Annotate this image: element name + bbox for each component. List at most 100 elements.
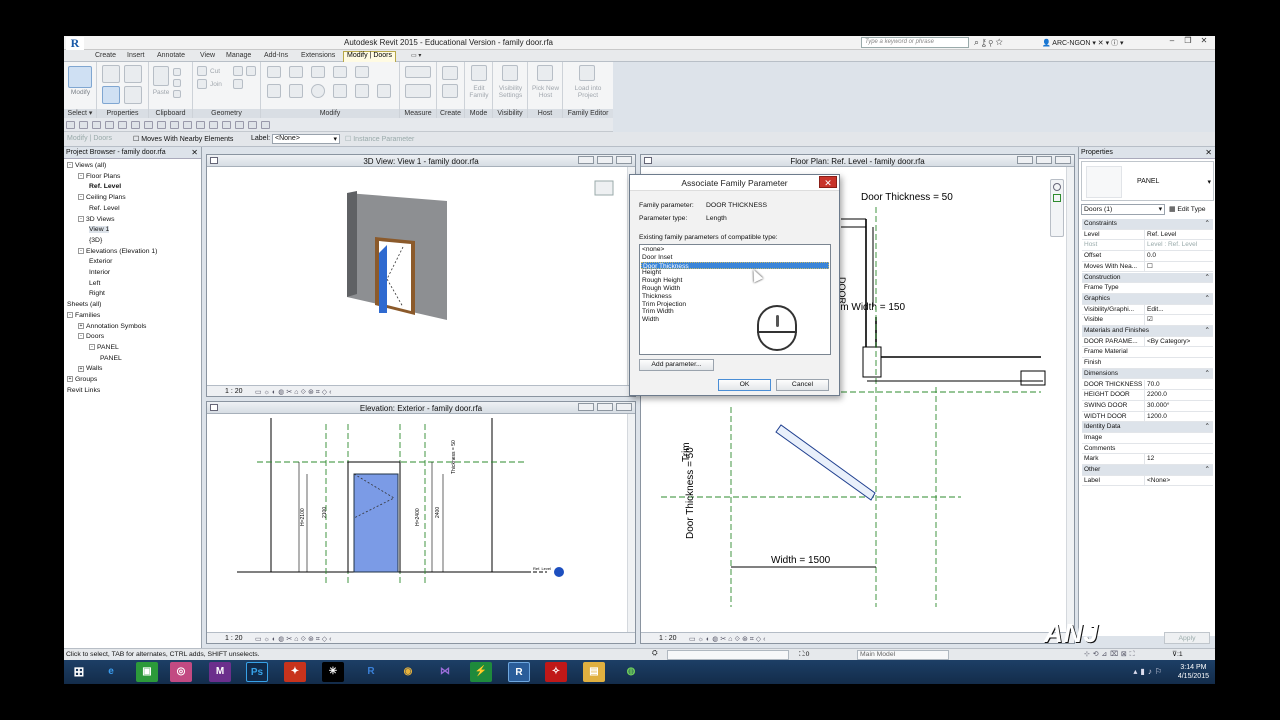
param-list-item[interactable]: Rough Width: [641, 285, 829, 293]
edit-family-button[interactable]: Edit Family: [466, 85, 492, 99]
collapse-icon[interactable]: ⌃: [1205, 369, 1210, 379]
param-list-item[interactable]: Rough Height: [641, 277, 829, 285]
property-value[interactable]: ☑: [1144, 315, 1212, 326]
revit-taskbar-icon[interactable]: R: [360, 662, 382, 682]
property-group-header[interactable]: Other ⌃: [1082, 465, 1213, 476]
restore-icon[interactable]: [1036, 156, 1052, 164]
tree-item[interactable]: - Floor Plans: [78, 173, 120, 180]
tree-item[interactable]: Ref. Level: [89, 205, 120, 212]
sketchup-icon[interactable]: ✦: [284, 662, 306, 682]
apply-button[interactable]: Apply: [1164, 632, 1210, 644]
tree-item[interactable]: -3D Views: [78, 216, 115, 223]
close-icon[interactable]: [616, 403, 632, 411]
help-search-input[interactable]: Type a keyword or phrase: [861, 37, 969, 48]
family-category-icon[interactable]: [124, 86, 142, 104]
existing-params-listbox[interactable]: Width Trim Width Trim Projection Thickness R…: [639, 244, 831, 355]
split-icon[interactable]: [355, 66, 369, 78]
collapse-icon[interactable]: ⌃: [1205, 326, 1210, 336]
cancel-button[interactable]: Cancel: [776, 379, 829, 391]
param-list-item[interactable]: Door Inset: [641, 254, 829, 262]
user-account[interactable]: 👤 ARC-NGON ▾ ✕ ▾ ⓘ ▾: [1042, 38, 1124, 48]
collapse-icon[interactable]: ⌃: [1205, 273, 1210, 283]
undo-icon[interactable]: [105, 121, 114, 129]
copy-icon[interactable]: [173, 79, 181, 87]
property-value[interactable]: Level : Ref. Level: [1144, 240, 1212, 251]
thin-lines-qat-icon[interactable]: [222, 121, 231, 129]
array-icon[interactable]: [355, 84, 369, 98]
property-value[interactable]: <None>: [1144, 475, 1212, 486]
collapse-icon[interactable]: -: [78, 172, 84, 179]
max-icon[interactable]: M: [209, 662, 231, 682]
property-value[interactable]: 2200.0: [1144, 390, 1212, 401]
plan-trim-label[interactable]: Trim: [681, 442, 692, 462]
property-value[interactable]: 1200.0: [1144, 411, 1212, 422]
worksets-icon[interactable]: ⛭: [652, 650, 658, 658]
view-elevation[interactable]: Elevation: Exterior - family door.rfa H=…: [206, 401, 636, 644]
tree-item[interactable]: - Ceiling Plans: [78, 194, 126, 201]
instance-parameter-checkbox[interactable]: ☐ Instance Parameter: [345, 135, 414, 143]
autocad-icon[interactable]: ✳: [322, 662, 344, 682]
dim-2400-label[interactable]: 2400: [435, 507, 441, 518]
param-list-item[interactable]: Thickness: [641, 293, 829, 301]
app-icon[interactable]: ◎: [170, 662, 192, 682]
close-icon[interactable]: ✕: [1196, 36, 1212, 45]
property-group-header[interactable]: Materials and Finishes ⌃: [1082, 326, 1213, 337]
collapse-icon[interactable]: ⌃: [1205, 294, 1210, 304]
param-list-item[interactable]: Height: [641, 269, 829, 277]
view-scale[interactable]: 1 : 20: [659, 635, 677, 642]
expand-icon[interactable]: +: [67, 376, 73, 383]
paint-icon[interactable]: [246, 66, 256, 76]
cut-geometry-button[interactable]: Cut: [210, 68, 220, 75]
split-face-icon[interactable]: [233, 66, 243, 76]
copy-element-icon[interactable]: [289, 84, 303, 98]
tab-create[interactable]: Create: [95, 52, 116, 59]
expand-icon[interactable]: +: [78, 365, 84, 372]
design-option-select[interactable]: Main Model: [857, 650, 949, 660]
trim-icon[interactable]: [333, 84, 347, 98]
property-value[interactable]: Ref. Level: [1144, 229, 1212, 240]
tree-item[interactable]: - PANEL: [89, 344, 119, 351]
property-value[interactable]: <By Category>: [1144, 336, 1212, 347]
tree-item[interactable]: Interior: [89, 269, 110, 276]
minimize-icon[interactable]: [578, 403, 594, 411]
steering-wheel-icon[interactable]: [1053, 183, 1061, 191]
collapse-icon[interactable]: -: [67, 162, 73, 169]
param-list-item[interactable]: Trim Projection: [641, 301, 829, 309]
view-control-icons[interactable]: ▭☼◐◍✂⌂⟐⊛⌗◇‹: [255, 388, 334, 397]
edit-family-icon[interactable]: [471, 65, 487, 81]
property-group-header[interactable]: Constraints ⌃: [1082, 219, 1213, 230]
type-selector[interactable]: PANEL ▾: [1081, 161, 1214, 201]
close-icon[interactable]: [1055, 156, 1071, 164]
type-properties-icon[interactable]: [124, 65, 142, 83]
view-scale[interactable]: 1 : 20: [225, 635, 243, 642]
level-head-icon[interactable]: [554, 567, 564, 577]
mirror-draw-icon[interactable]: [333, 66, 347, 78]
view-control-icons[interactable]: ▭☼◐◍✂⌂⟐⊛⌗◇‹: [689, 635, 768, 644]
property-value[interactable]: Edit...: [1144, 304, 1212, 315]
3d-view-qat-icon[interactable]: [196, 121, 205, 129]
tree-item[interactable]: Sheets (all): [67, 301, 101, 308]
section-qat-icon[interactable]: [209, 121, 218, 129]
panel-label-select[interactable]: Select ▾: [64, 109, 96, 118]
collapse-icon[interactable]: -: [67, 312, 73, 318]
pick-new-host-button[interactable]: Pick New Host: [529, 85, 562, 99]
explorer-icon[interactable]: ▤: [583, 662, 605, 682]
windows-start-icon[interactable]: ⊞: [68, 662, 90, 682]
tab-annotate[interactable]: Annotate: [157, 52, 185, 59]
create-similar-icon[interactable]: [442, 66, 458, 80]
tab-modify-doors[interactable]: Modify | Doors: [343, 51, 396, 62]
close-windows-qat-icon[interactable]: [235, 121, 244, 129]
ok-button[interactable]: OK: [718, 379, 771, 391]
tag-qat-icon[interactable]: [170, 121, 179, 129]
collapse-icon[interactable]: -: [78, 247, 84, 254]
infocenter-icons[interactable]: ⌕ ⚷ ⚲ ☆: [974, 37, 1003, 48]
property-value[interactable]: 0.0: [1144, 251, 1212, 262]
tree-item[interactable]: - Elevations (Elevation 1): [78, 248, 157, 255]
view-3d[interactable]: 3D View: View 1 - family door.rfa 1 : 20…: [206, 154, 636, 397]
cut-icon[interactable]: [173, 68, 181, 76]
restore-icon[interactable]: ❐: [1180, 36, 1196, 45]
add-parameter-button[interactable]: Add parameter...: [639, 359, 714, 371]
param-list-item[interactable]: Door Thickness: [641, 261, 829, 270]
filter-icon[interactable]: ⊽:1: [1172, 650, 1183, 658]
tab-insert[interactable]: Insert: [127, 52, 145, 59]
